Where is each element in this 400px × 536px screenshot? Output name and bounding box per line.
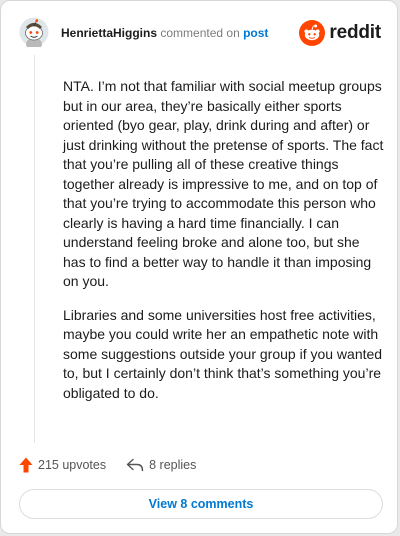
replies-button[interactable]: 8 replies xyxy=(126,458,196,472)
comment-paragraph: Libraries and some universities host fre… xyxy=(63,306,383,401)
byline-action-text: commented on xyxy=(160,26,240,40)
comment-body: NTA. I’m not that familiar with social m… xyxy=(63,77,385,417)
comment-header: HenriettaHiggins commented on post reddi… xyxy=(19,17,383,53)
reddit-brand[interactable]: reddit xyxy=(299,19,381,47)
replies-count: 8 replies xyxy=(149,458,197,472)
thread-line xyxy=(34,55,35,443)
post-link[interactable]: post xyxy=(243,26,268,40)
comment-byline: HenriettaHiggins commented on post xyxy=(61,26,268,40)
upvote-arrow-icon xyxy=(19,457,33,473)
user-avatar-icon[interactable] xyxy=(19,17,49,50)
view-comments-button[interactable]: View 8 comments xyxy=(19,489,383,519)
reddit-wordmark: reddit xyxy=(329,22,381,43)
reddit-logo-icon xyxy=(299,20,326,46)
upvote-button[interactable]: 215 upvotes xyxy=(19,457,106,473)
reply-arrow-icon xyxy=(126,458,144,472)
upvote-count: 215 upvotes xyxy=(38,458,107,472)
username-link[interactable]: HenriettaHiggins xyxy=(61,26,157,40)
comment-card: HenriettaHiggins commented on post reddi… xyxy=(0,0,398,534)
comment-paragraph: NTA. I’m not that familiar with social m… xyxy=(63,78,384,289)
comment-actions: 215 upvotes 8 replies xyxy=(19,455,196,475)
